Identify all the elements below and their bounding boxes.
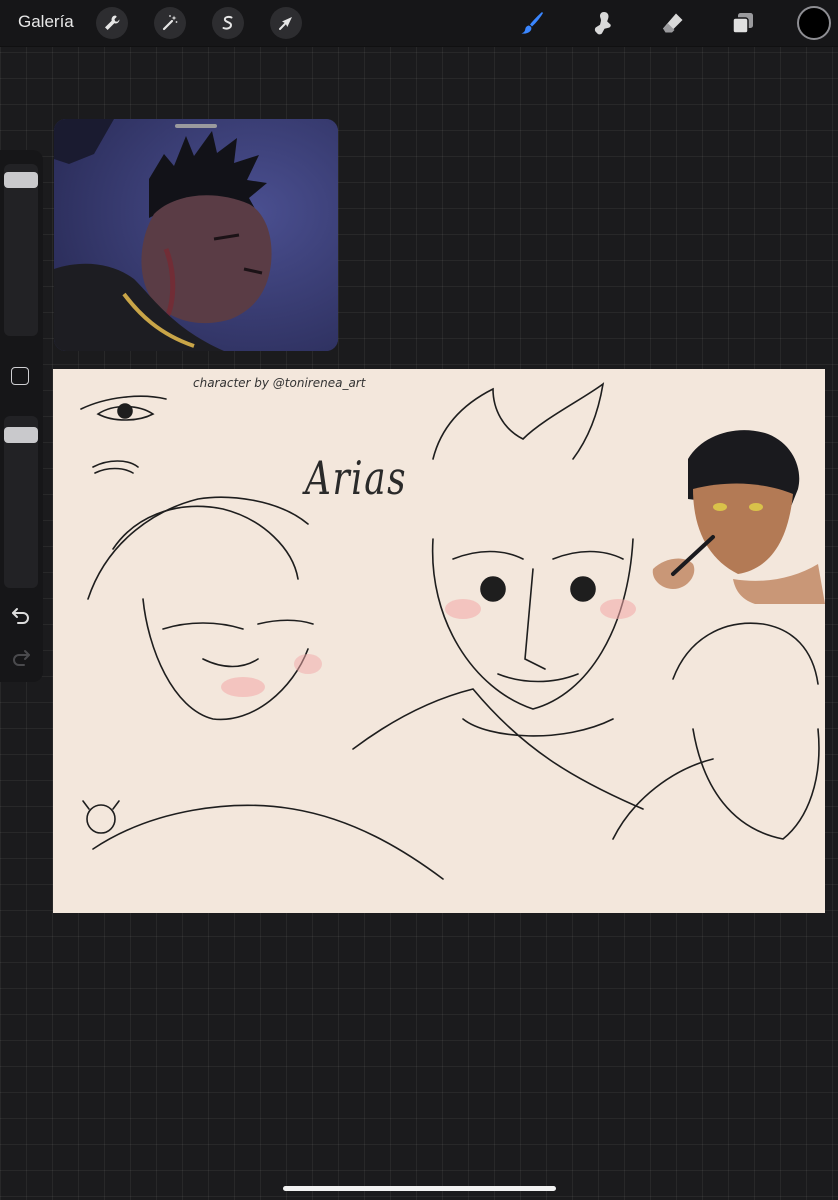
transform-arrow-icon [279, 17, 292, 30]
reference-drag-handle[interactable] [175, 124, 217, 128]
smudge-icon [594, 12, 611, 35]
reference-image [54, 119, 338, 351]
selection-button[interactable] [212, 7, 244, 39]
undo-icon [12, 608, 29, 624]
brush-size-thumb[interactable] [4, 171, 38, 188]
sketch-artwork [80, 382, 825, 880]
home-indicator[interactable] [283, 1186, 556, 1191]
layers-button[interactable] [726, 6, 760, 40]
smudge-tool-button[interactable] [586, 6, 620, 40]
sidebar [0, 150, 43, 682]
color-picker-swatch[interactable] [797, 6, 831, 40]
drawing-canvas[interactable]: character by @tonirenea_art Arias [53, 369, 825, 913]
top-toolbar: Galería [0, 0, 838, 47]
reference-window[interactable] [54, 119, 338, 351]
adjustments-button[interactable] [154, 7, 186, 39]
opacity-slider[interactable] [4, 416, 38, 588]
selection-icon [222, 15, 233, 30]
brush-icon [521, 12, 543, 34]
gallery-button[interactable]: Galería [18, 12, 74, 32]
artist-credit-text: character by @tonirenea_art [193, 376, 366, 390]
redo-button[interactable] [9, 647, 33, 667]
transform-button[interactable] [270, 7, 302, 39]
opacity-thumb[interactable] [4, 426, 38, 443]
character-name-text: Arias [305, 451, 408, 505]
layers-icon [732, 13, 753, 34]
actions-button[interactable] [96, 7, 128, 39]
wrench-icon [105, 15, 120, 30]
undo-button[interactable] [9, 605, 33, 625]
brush-tool-button[interactable] [515, 6, 549, 40]
eraser-icon [663, 13, 683, 33]
redo-icon [13, 650, 30, 666]
modify-button[interactable] [11, 367, 29, 385]
eraser-tool-button[interactable] [656, 6, 690, 40]
brush-size-slider[interactable] [4, 164, 38, 336]
magic-wand-icon [162, 15, 178, 31]
